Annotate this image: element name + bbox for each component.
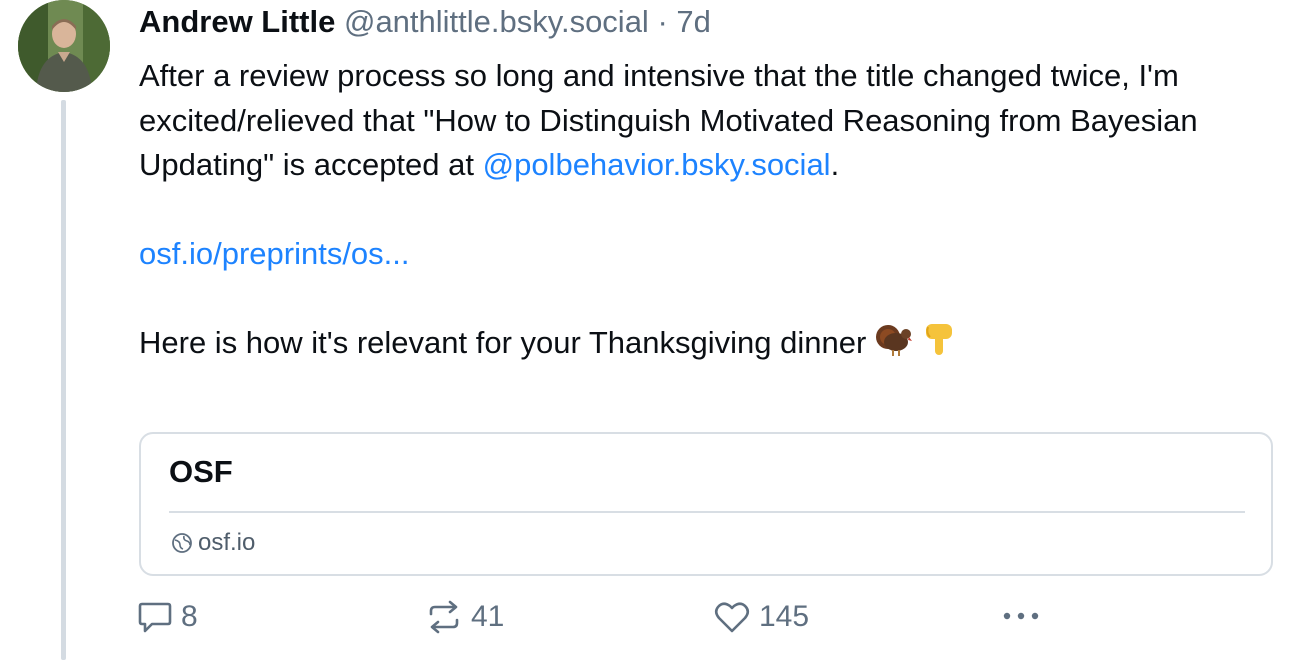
- repost-icon: [429, 600, 459, 634]
- globe-icon: [172, 533, 192, 553]
- like-button[interactable]: 145: [713, 600, 809, 634]
- post-paragraph-2: osf.io/preprints/os...: [139, 232, 1249, 277]
- reply-bubble-icon: [138, 602, 172, 633]
- heart-icon: [714, 602, 750, 633]
- reply-count: 8: [181, 600, 198, 633]
- post-actions: 8 41 145: [0, 600, 1293, 644]
- meta-separator: ·: [657, 4, 668, 39]
- like-count: 145: [759, 600, 810, 633]
- author-avatar[interactable]: [18, 0, 110, 92]
- preprint-link[interactable]: osf.io/preprints/os...: [139, 236, 410, 271]
- link-card-divider: [169, 511, 1245, 513]
- mention-link[interactable]: @polbehavior.bsky.social: [483, 147, 831, 182]
- link-card[interactable]: OSF osf.io: [139, 432, 1273, 576]
- post-text-period: .: [830, 147, 840, 182]
- link-card-title: OSF: [169, 454, 233, 489]
- post-text-thanksgiving: Here is how it's relevant for your Thank…: [139, 325, 867, 360]
- pointing-down-emoji: [922, 321, 956, 370]
- post-paragraph-1: After a review process so long and inten…: [139, 54, 1249, 188]
- repost-count: 41: [471, 600, 505, 633]
- post-age[interactable]: 7d: [676, 4, 710, 39]
- author-handle[interactable]: @anthlittle.bsky.social: [344, 4, 649, 39]
- author-display-name[interactable]: Andrew Little: [139, 4, 335, 39]
- post-paragraph-3: Here is how it's relevant for your Thank…: [139, 321, 1249, 370]
- link-card-domain-text: osf.io: [198, 529, 256, 556]
- post-header: Andrew Little @anthlittle.bsky.social · …: [139, 2, 711, 42]
- turkey-emoji: [874, 323, 914, 370]
- reply-button[interactable]: 8: [137, 600, 198, 634]
- repost-button[interactable]: 41: [425, 600, 504, 634]
- more-options-button[interactable]: [1000, 606, 1050, 626]
- post-body: After a review process so long and inten…: [139, 54, 1249, 370]
- link-card-domain: osf.io: [171, 529, 255, 557]
- more-dots-icon: [1003, 612, 1039, 620]
- thread-line: [61, 100, 66, 660]
- avatar-photo: [18, 0, 110, 92]
